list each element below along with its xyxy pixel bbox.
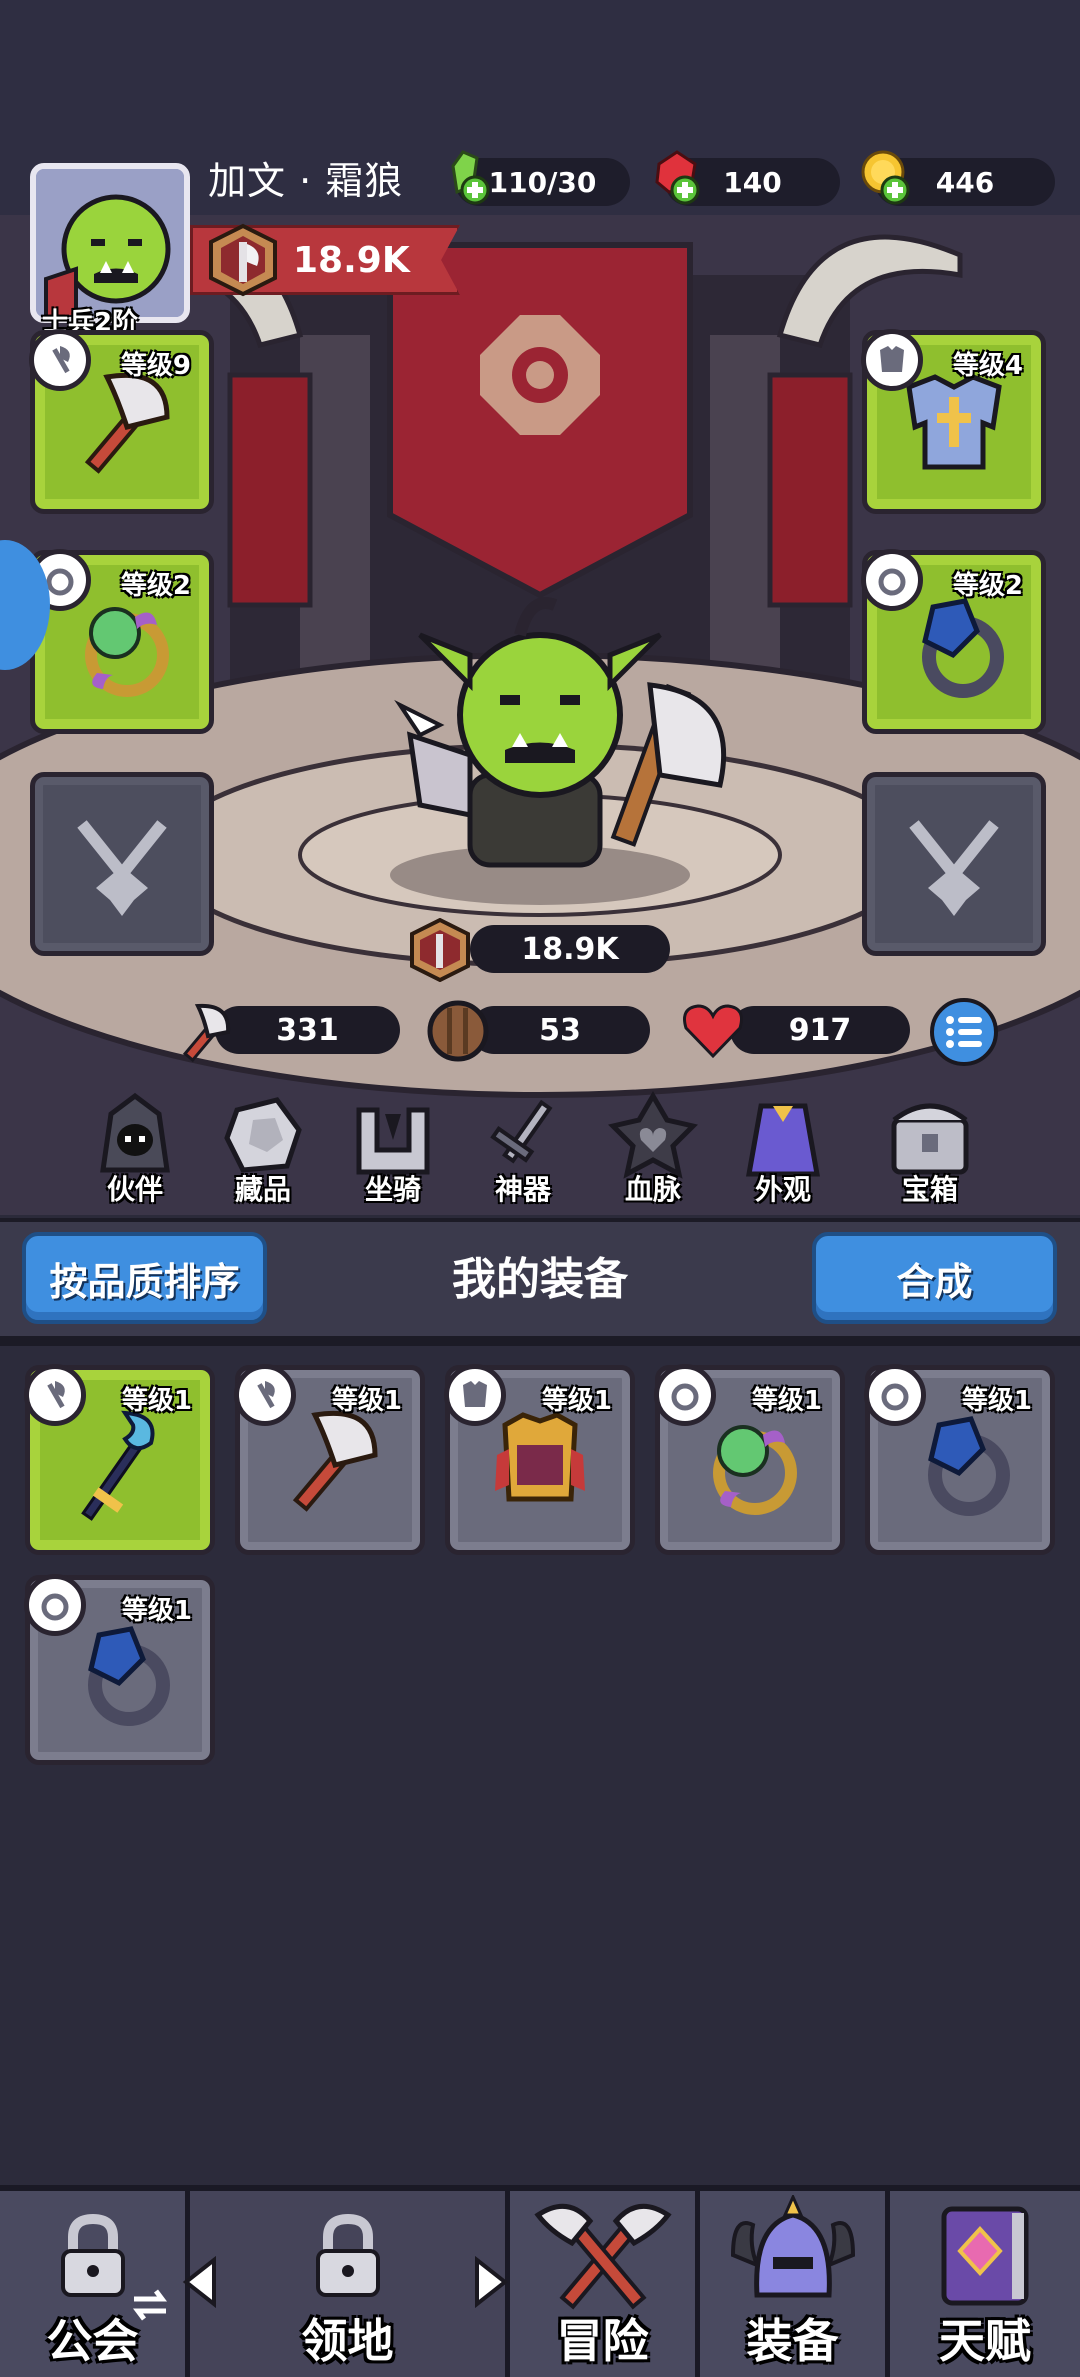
nav-equipment-label: 装备 xyxy=(746,2314,839,2368)
power-badge-icon xyxy=(410,918,470,982)
equipped-weapon-slot[interactable]: 等级9 xyxy=(29,329,214,514)
attack-stat: 331 xyxy=(215,1006,400,1054)
arrow-left-icon xyxy=(182,2256,216,2308)
equipped-armor-slot[interactable]: 等级4 xyxy=(861,329,1046,514)
health-stat: 917 xyxy=(730,1006,910,1054)
nav-adventure-label: 冒险 xyxy=(556,2314,649,2368)
energy-counter[interactable]: 110/30 xyxy=(451,150,630,206)
red-gem-icon xyxy=(655,150,700,205)
green-crystal-icon xyxy=(451,150,490,205)
menu-artifact[interactable]: 神器 xyxy=(468,1090,578,1208)
list-icon xyxy=(946,1016,982,1048)
nav-guild[interactable]: 公会 xyxy=(0,2191,190,2377)
stats-detail-button[interactable] xyxy=(930,998,998,1066)
attack-axe-icon xyxy=(182,1003,231,1063)
inventory-item-staff[interactable]: 等级1 xyxy=(24,1364,215,1555)
power-axe-icon xyxy=(209,223,277,297)
necklace-placeholder-icon xyxy=(909,820,999,916)
nav-talent-label: 天赋 xyxy=(939,2314,1031,2368)
swap-arrows-icon xyxy=(133,2289,167,2321)
equipped-weapon-level: 等级9 xyxy=(120,351,191,381)
menu-treasure-chest[interactable]: 宝箱 xyxy=(875,1090,985,1208)
menu-mount[interactable]: 坐骑 xyxy=(338,1090,448,1208)
helmet-icon xyxy=(730,2195,855,2298)
menu-bloodline[interactable]: 血脉 xyxy=(598,1090,708,1208)
nav-equipment[interactable]: 装备 xyxy=(700,2191,890,2377)
merge-button[interactable]: 合成 xyxy=(812,1232,1057,1324)
armor-type-badge xyxy=(444,1364,506,1426)
nav-talent[interactable]: 天赋 xyxy=(890,2191,1080,2377)
gems-value: 140 xyxy=(723,165,782,199)
weapon-type-badge xyxy=(24,1364,86,1426)
inventory-level: 等级1 xyxy=(751,1386,822,1416)
menu-appearance[interactable]: 外观 xyxy=(728,1090,838,1208)
defense-stat: 53 xyxy=(470,1006,650,1054)
ring-icon xyxy=(41,1593,69,1621)
equipped-ring-slot-right[interactable]: 等级2 xyxy=(861,549,1046,734)
orc-avatar-icon xyxy=(36,169,184,317)
weapon-type-badge xyxy=(29,329,91,391)
necklace-placeholder-icon xyxy=(77,820,167,916)
inventory-item-axe[interactable]: 等级1 xyxy=(234,1364,425,1555)
crossed-axes-icon xyxy=(533,2203,672,2310)
menu-companion[interactable]: 伙伴 xyxy=(80,1090,190,1208)
gold-value: 446 xyxy=(935,165,995,199)
inventory-level: 等级1 xyxy=(331,1386,402,1416)
armor-icon xyxy=(880,346,904,372)
axe-icon xyxy=(257,1381,275,1409)
inventory-item-orb-ring[interactable]: 等级1 xyxy=(654,1364,845,1555)
power-stat: 18.9K xyxy=(470,925,670,973)
nav-territory-label: 领地 xyxy=(301,2314,394,2368)
inventory-level: 等级1 xyxy=(121,1386,192,1416)
inventory-item-armor[interactable]: 等级1 xyxy=(444,1364,635,1555)
inventory-level: 等级1 xyxy=(121,1596,192,1626)
gold-counter[interactable]: 446 xyxy=(861,150,1055,206)
lock-icon xyxy=(60,2213,125,2297)
bottom-navigation: 公会 领地 冒险 装备 天赋 xyxy=(0,2185,1080,2377)
merge-button-label: 合成 xyxy=(896,1259,973,1304)
equipped-ring-left-level: 等级2 xyxy=(120,571,191,601)
ring-icon xyxy=(878,568,906,596)
equipped-armor-level: 等级4 xyxy=(952,351,1023,381)
inventory-item-sapphire-ring-2[interactable]: 等级1 xyxy=(24,1574,215,1765)
ring-type-badge xyxy=(24,1574,86,1636)
nav-guild-label: 公会 xyxy=(46,2314,139,2368)
spellbook-icon xyxy=(941,2206,1029,2306)
defense-value: 53 xyxy=(539,1012,581,1048)
inventory-item-sapphire-ring[interactable]: 等级1 xyxy=(864,1364,1055,1555)
hero-name: 加文 · 霜狼 xyxy=(208,159,404,203)
health-value: 917 xyxy=(788,1012,852,1048)
arrow-right-icon xyxy=(475,2256,509,2308)
axe-icon xyxy=(52,346,70,374)
heart-icon xyxy=(683,1004,743,1059)
hero-portrait[interactable] xyxy=(30,163,190,323)
lock-icon xyxy=(315,2213,380,2297)
equipped-ring-slot-left[interactable]: 等级2 xyxy=(29,549,214,734)
ring-icon xyxy=(881,1383,909,1411)
ring-icon xyxy=(671,1383,699,1411)
power-stat-value: 18.9K xyxy=(521,931,619,967)
gems-counter[interactable]: 140 xyxy=(655,150,840,206)
armor-type-badge xyxy=(861,329,923,391)
empty-necklace-slot-left[interactable] xyxy=(30,772,214,956)
equipped-ring-right-level: 等级2 xyxy=(952,571,1023,601)
inventory-level: 等级1 xyxy=(961,1386,1032,1416)
ring-type-badge xyxy=(654,1364,716,1426)
weapon-type-badge xyxy=(234,1364,296,1426)
shield-icon xyxy=(427,1000,489,1062)
attack-value: 331 xyxy=(276,1012,339,1048)
power-ribbon-value: 18.9K xyxy=(293,239,410,281)
ring-type-badge-right xyxy=(861,549,923,611)
nav-territory[interactable]: 领地 xyxy=(182,2191,510,2377)
armor-icon xyxy=(463,1381,487,1407)
axe-icon xyxy=(47,1381,65,1409)
gold-coin-icon xyxy=(861,150,910,205)
ring-type-badge xyxy=(864,1364,926,1426)
menu-collection[interactable]: 藏品 xyxy=(208,1090,318,1208)
energy-value: 110/30 xyxy=(488,165,597,199)
empty-necklace-slot-right[interactable] xyxy=(862,772,1046,956)
inventory-level: 等级1 xyxy=(541,1386,612,1416)
nav-adventure[interactable]: 冒险 xyxy=(510,2191,700,2377)
